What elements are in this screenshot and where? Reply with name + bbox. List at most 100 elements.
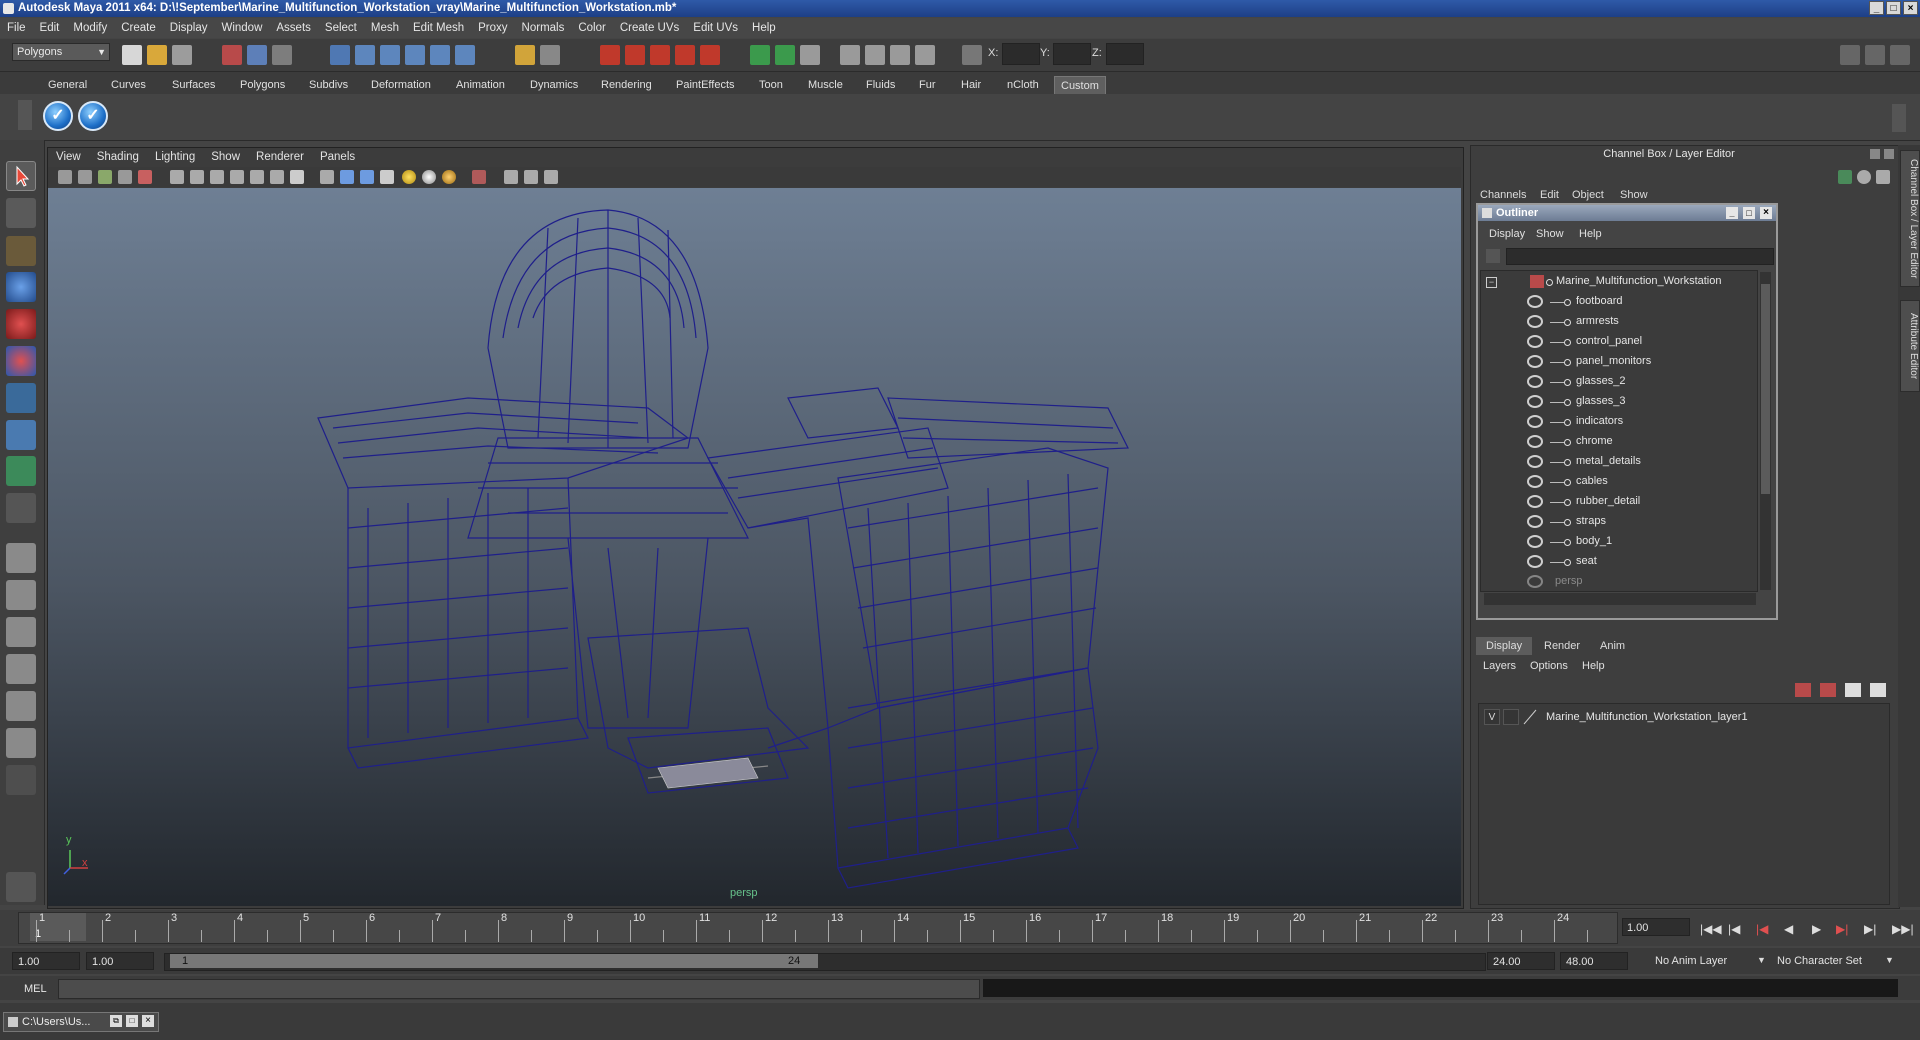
step-forward-icon[interactable]: ▶| — [1864, 922, 1876, 936]
channel-box-tab-show[interactable]: Show — [1620, 189, 1648, 201]
step-forward-key-icon[interactable]: ▶| — [1836, 922, 1848, 936]
shadows-icon[interactable] — [442, 170, 456, 184]
list-item[interactable]: − Marine_Multifunction_Workstation — [1480, 272, 1756, 292]
outliner-menu-display[interactable]: Display — [1489, 228, 1525, 240]
z-field[interactable] — [1106, 43, 1144, 65]
layer-tab-display[interactable]: Display — [1476, 637, 1533, 655]
xray-icon[interactable] — [504, 170, 518, 184]
transform-mode-icon[interactable] — [962, 45, 982, 65]
show-manipulator-icon[interactable] — [6, 456, 36, 486]
side-tab-channel-box[interactable]: Channel Box / Layer Editor — [1900, 150, 1920, 287]
layer-tab-anim[interactable]: Anim — [1590, 637, 1635, 655]
layer-visibility-toggle[interactable]: V — [1484, 709, 1500, 725]
move-layer-down-icon[interactable] — [1870, 683, 1886, 697]
shelf-tab-fluids[interactable]: Fluids — [860, 76, 901, 94]
new-layer-selected-icon[interactable] — [1820, 683, 1836, 697]
viewport-menu-show[interactable]: Show — [203, 151, 248, 163]
camera-attributes-icon[interactable] — [78, 170, 92, 184]
outliner-persp-layout-icon[interactable] — [6, 617, 36, 647]
save-scene-icon[interactable] — [172, 45, 192, 65]
rotate-tool-icon[interactable] — [6, 309, 36, 339]
new-scene-icon[interactable] — [122, 45, 142, 65]
minimize-button[interactable]: _ — [1869, 1, 1884, 15]
anim-end-field[interactable]: 48.00 — [1560, 952, 1628, 970]
list-item[interactable]: indicators — [1480, 412, 1756, 432]
menu-edit-uvs[interactable]: Edit UVs — [686, 22, 745, 34]
snap-grid-icon[interactable] — [330, 45, 350, 65]
outliner-menu-help[interactable]: Help — [1579, 228, 1602, 240]
select-component-icon[interactable] — [272, 45, 292, 65]
list-item[interactable]: footboard — [1480, 292, 1756, 312]
viewport-menu-shading[interactable]: Shading — [89, 151, 147, 163]
channel-box-toggle-icon[interactable] — [1890, 45, 1910, 65]
outliner-menu-show[interactable]: Show — [1536, 228, 1564, 240]
shelf-tab-custom[interactable]: Custom — [1054, 76, 1106, 95]
restore-button[interactable]: ⧉ — [110, 1015, 122, 1027]
channel-key-icon[interactable] — [1838, 170, 1852, 184]
go-to-start-icon[interactable]: |◀◀ — [1700, 922, 1722, 936]
hud-icon[interactable] — [544, 170, 558, 184]
close-panel-icon[interactable] — [1884, 149, 1894, 159]
current-frame-field[interactable]: 1.00 — [1622, 918, 1690, 936]
menu-create-uvs[interactable]: Create UVs — [613, 22, 686, 34]
playback-end-field[interactable]: 24.00 — [1487, 952, 1555, 970]
hypershade-icon[interactable] — [675, 45, 695, 65]
outliner-maximize-button[interactable]: □ — [1743, 207, 1755, 219]
camera-icon[interactable] — [840, 45, 860, 65]
list-item[interactable]: persp — [1480, 572, 1756, 592]
snap-point-icon[interactable] — [380, 45, 400, 65]
go-to-end-icon[interactable]: ▶▶| — [1892, 922, 1914, 936]
select-object-icon[interactable] — [247, 45, 267, 65]
menu-color[interactable]: Color — [571, 22, 612, 34]
perspective-viewport[interactable]: y x — [48, 188, 1461, 906]
render-globals-icon[interactable] — [700, 45, 720, 65]
custom-shelf-check-icon[interactable]: ✓ — [78, 101, 108, 131]
menu-assets[interactable]: Assets — [269, 22, 318, 34]
shelf-tab-muscle[interactable]: Muscle — [802, 76, 849, 94]
channel-box-tab-edit[interactable]: Edit — [1540, 189, 1559, 201]
outliner-horizontal-scrollbar[interactable] — [1484, 593, 1756, 605]
outliner-close-button[interactable]: × — [1760, 207, 1772, 219]
x-field[interactable] — [1002, 43, 1040, 65]
custom-shelf-check-icon[interactable]: ✓ — [43, 101, 73, 131]
minimized-window-tab[interactable]: C:\Users\Us... ⧉ □ × — [3, 1012, 159, 1032]
shelf-tab-animation[interactable]: Animation — [450, 76, 511, 94]
time-slider-track[interactable] — [18, 912, 1618, 944]
playback-start-field[interactable]: 1.00 — [86, 952, 154, 970]
menu-file[interactable]: File — [0, 22, 33, 34]
close-button[interactable]: × — [1903, 1, 1918, 15]
filter-options-icon[interactable] — [1486, 249, 1500, 263]
viewport-menu-panels[interactable]: Panels — [312, 151, 363, 163]
channel-time-icon[interactable] — [1857, 170, 1871, 184]
list-item[interactable]: chrome — [1480, 432, 1756, 452]
menu-create[interactable]: Create — [114, 22, 163, 34]
shelf-tab-curves[interactable]: Curves — [105, 76, 152, 94]
wireframe-icon[interactable] — [320, 170, 334, 184]
grid-toggle-icon[interactable] — [170, 170, 184, 184]
list-item[interactable]: panel_monitors — [1480, 352, 1756, 372]
maximize-button[interactable]: □ — [1886, 1, 1901, 15]
shelf-tab-rendering[interactable]: Rendering — [595, 76, 658, 94]
bookmarks-icon[interactable] — [98, 170, 112, 184]
list-item[interactable]: glasses_2 — [1480, 372, 1756, 392]
batch-render-icon[interactable] — [865, 45, 885, 65]
step-back-icon[interactable]: |◀ — [1728, 922, 1740, 936]
y-field[interactable] — [1053, 43, 1091, 65]
shelf-menu-icon[interactable] — [18, 100, 32, 130]
viewport-menu-renderer[interactable]: Renderer — [248, 151, 312, 163]
list-item[interactable]: glasses_3 — [1480, 392, 1756, 412]
field-chart-icon[interactable] — [250, 170, 264, 184]
collapse-icon[interactable]: − — [1486, 277, 1497, 288]
scrollbar-thumb[interactable] — [1761, 284, 1770, 494]
universal-manipulator-icon[interactable] — [6, 383, 36, 413]
viewport-menu-lighting[interactable]: Lighting — [147, 151, 203, 163]
menu-help[interactable]: Help — [745, 22, 783, 34]
render-frame-icon[interactable] — [600, 45, 620, 65]
layout-options-icon[interactable] — [6, 765, 36, 795]
two-d-pan-icon[interactable] — [138, 170, 152, 184]
input-line-mode-icon[interactable] — [775, 45, 795, 65]
script-editor-icon[interactable] — [6, 872, 36, 902]
panel-layout-icon[interactable] — [1840, 45, 1860, 65]
play-forward-icon[interactable]: ▶ — [1812, 922, 1821, 936]
outliner-minimize-button[interactable]: _ — [1726, 207, 1738, 219]
